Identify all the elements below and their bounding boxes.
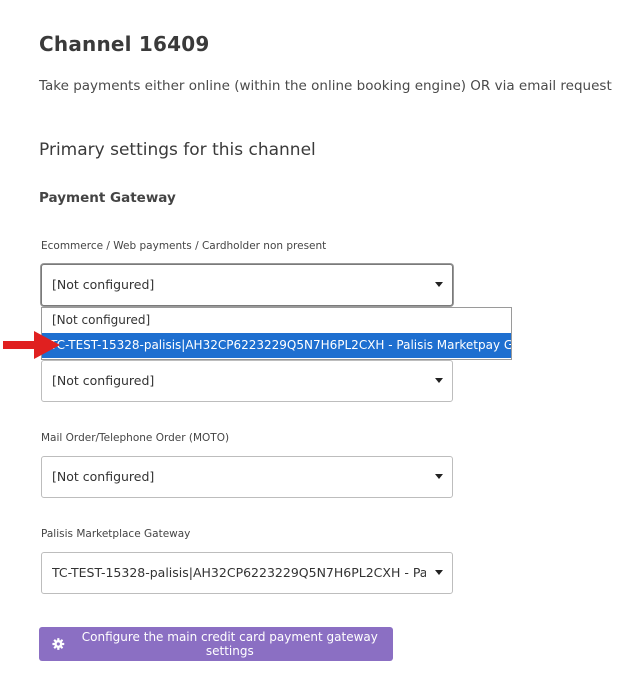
page-description: Take payments either online (within the … bbox=[39, 78, 612, 94]
ecommerce-gateway-select[interactable]: [Not configured] bbox=[41, 264, 453, 306]
caret-down-icon bbox=[435, 570, 443, 575]
moto-label: Mail Order/Telephone Order (MOTO) bbox=[41, 432, 230, 444]
marketplace-label: Palisis Marketplace Gateway bbox=[41, 528, 191, 540]
configure-button-label: Configure the main credit card payment g… bbox=[81, 630, 378, 658]
marketplace-select-value: TC-TEST-15328-palisis|AH32CP6223229Q5N7H… bbox=[52, 565, 426, 580]
red-arrow-icon bbox=[3, 331, 60, 359]
page-title: Channel 16409 bbox=[39, 32, 210, 56]
ecommerce-label: Ecommerce / Web payments / Cardholder no… bbox=[41, 240, 327, 252]
moto-select-value: [Not configured] bbox=[52, 469, 155, 484]
dropdown-option-marketpay-gateway[interactable]: TC-TEST-15328-palisis|AH32CP6223229Q5N7H… bbox=[42, 333, 511, 358]
second-gateway-select[interactable]: [Not configured] bbox=[41, 360, 453, 402]
caret-down-icon bbox=[435, 378, 443, 383]
ecommerce-dropdown-list: [Not configured] TC-TEST-15328-palisis|A… bbox=[41, 307, 512, 360]
marketplace-gateway-select[interactable]: TC-TEST-15328-palisis|AH32CP6223229Q5N7H… bbox=[41, 552, 453, 594]
gear-icon bbox=[52, 638, 65, 650]
configure-gateway-button[interactable]: Configure the main credit card payment g… bbox=[39, 627, 393, 661]
moto-gateway-select[interactable]: [Not configured] bbox=[41, 456, 453, 498]
section-title-primary-settings: Primary settings for this channel bbox=[39, 140, 316, 160]
second-select-value: [Not configured] bbox=[52, 373, 155, 388]
dropdown-option-not-configured[interactable]: [Not configured] bbox=[42, 308, 511, 333]
caret-down-icon bbox=[435, 282, 443, 287]
caret-down-icon bbox=[435, 474, 443, 479]
ecommerce-select-value: [Not configured] bbox=[52, 277, 155, 292]
subsection-title-payment-gateway: Payment Gateway bbox=[39, 190, 176, 206]
